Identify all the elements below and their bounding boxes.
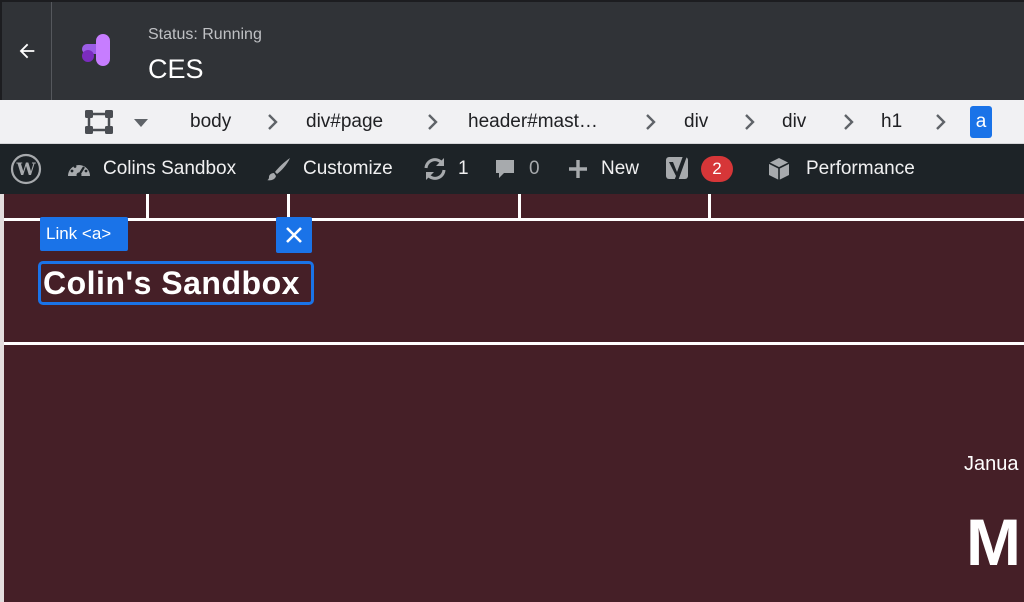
app-title: CES [148, 54, 204, 84]
wp-admin-bar: W Colins Sandbox Customize 1 0 New 2 Per… [0, 144, 1024, 194]
frame-select-icon[interactable] [84, 110, 114, 134]
crumb-div-1[interactable]: div [684, 110, 708, 134]
updates-count: 1 [458, 158, 469, 179]
crumb-div-page[interactable]: div#page [306, 110, 383, 134]
app-header: Status: Running CES [0, 0, 1024, 100]
chevron-right-icon [936, 114, 946, 130]
yoast-logo-icon [666, 156, 688, 181]
site-title-link[interactable]: Colin's Sandbox [38, 261, 314, 305]
wordpress-logo-icon: W [10, 153, 42, 185]
nav-bottom-border [4, 218, 1024, 221]
site-name-label: Colins Sandbox [103, 158, 237, 179]
comments-count: 0 [529, 158, 540, 179]
new-label: New [601, 158, 640, 179]
selected-element-label: Link <a> [40, 217, 128, 251]
arrow-left-icon [19, 43, 34, 59]
header-bottom-border [4, 342, 1024, 345]
comment-bubble-icon [496, 160, 514, 178]
new-content-menu[interactable]: New [568, 144, 639, 194]
yoast-seo-menu[interactable]: 2 [665, 144, 733, 194]
svg-text:W: W [15, 160, 36, 180]
customize-label: Customize [303, 158, 393, 179]
crumb-body[interactable]: body [190, 110, 231, 134]
element-path-bar: body div#page header#mast… div div h1 a [0, 100, 1024, 144]
menu-divider [708, 194, 711, 220]
back-button[interactable] [2, 2, 52, 100]
performance-cube-icon [768, 158, 790, 180]
performance-label: Performance [806, 158, 915, 179]
close-icon [286, 227, 302, 243]
site-name-menu[interactable]: Colins Sandbox [66, 144, 236, 194]
post-heading: M [966, 505, 1021, 579]
yoast-notification-badge: 2 [701, 156, 733, 182]
page-left-border [0, 194, 4, 602]
plus-icon [569, 160, 587, 178]
menu-divider [146, 194, 149, 220]
refresh-icon [424, 158, 446, 180]
status-text: Status: Running [148, 26, 262, 43]
performance-menu[interactable]: Performance [766, 144, 915, 194]
post-date: Janua [964, 453, 1019, 475]
chevron-right-icon [646, 114, 656, 130]
crumb-a-active[interactable]: a [970, 106, 992, 138]
customize-menu[interactable]: Customize [266, 144, 393, 194]
chevron-right-icon [745, 114, 755, 130]
paintbrush-icon [267, 158, 290, 181]
crumb-div-2[interactable]: div [782, 110, 806, 134]
comments-menu[interactable]: 0 [494, 144, 540, 194]
caret-down-icon[interactable] [131, 116, 151, 130]
crumb-header-masthead[interactable]: header#mast… [468, 110, 598, 134]
chevron-right-icon [844, 114, 854, 130]
app-logo-icon [82, 34, 110, 66]
updates-menu[interactable]: 1 [422, 144, 469, 194]
crumb-h1[interactable]: h1 [881, 110, 902, 134]
wordpress-menu[interactable]: W [10, 144, 42, 194]
dashboard-gauge-icon [68, 165, 90, 178]
page-canvas: Link <a> Colin's Sandbox Janua M [0, 194, 1024, 602]
menu-divider [518, 194, 521, 220]
chevron-right-icon [268, 114, 278, 130]
close-selection-button[interactable] [276, 217, 312, 253]
chevron-right-icon [428, 114, 438, 130]
